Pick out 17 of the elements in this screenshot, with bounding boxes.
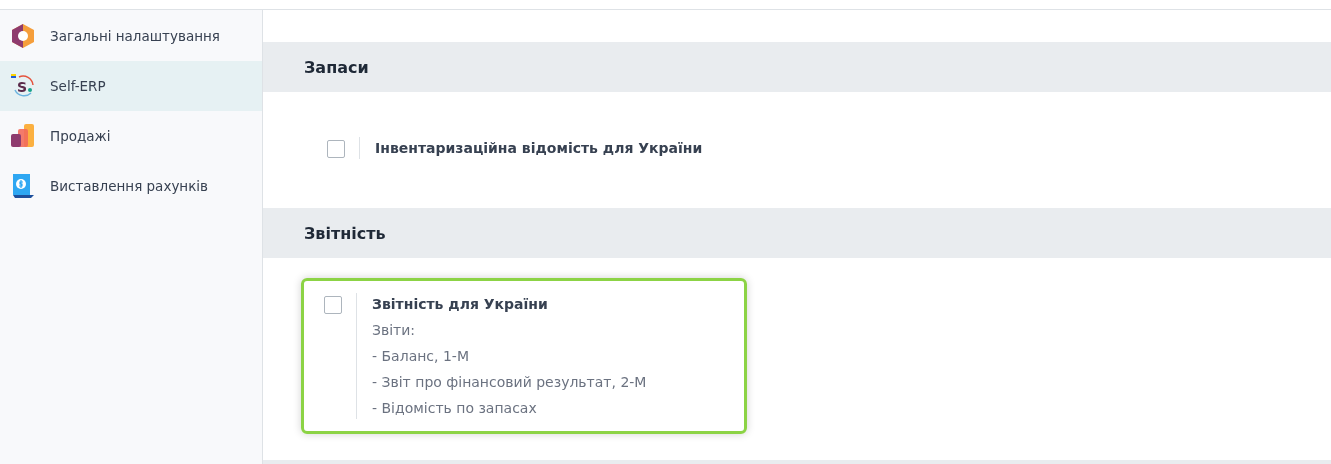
setting-description: - Баланс, 1-М bbox=[372, 347, 470, 366]
checkbox[interactable] bbox=[324, 296, 342, 314]
bar-chart-icon bbox=[10, 123, 36, 149]
sidebar-item[interactable]: Виставлення рахунків bbox=[0, 161, 262, 211]
section-title: Звітність bbox=[304, 223, 386, 243]
setting-label: Інвентаризаційна відомість для України bbox=[375, 139, 703, 158]
checkbox[interactable] bbox=[327, 140, 345, 158]
setting-description: - Відомість по запасах bbox=[372, 399, 538, 418]
section-title: Запаси bbox=[304, 57, 369, 77]
sidebar-item[interactable]: Загальні налаштування bbox=[0, 11, 262, 61]
hexagon-icon bbox=[10, 23, 36, 49]
setting-description: Звіти: bbox=[372, 321, 417, 340]
sidebar-item[interactable]: S Self-ERP bbox=[0, 61, 262, 111]
dollar-document-icon bbox=[10, 173, 36, 199]
setting-description: - Звіт про фінансовий результат, 2-М bbox=[372, 373, 647, 392]
setting-label: Звітність для України bbox=[372, 295, 549, 314]
sidebar-item[interactable]: Продажі bbox=[0, 111, 262, 161]
